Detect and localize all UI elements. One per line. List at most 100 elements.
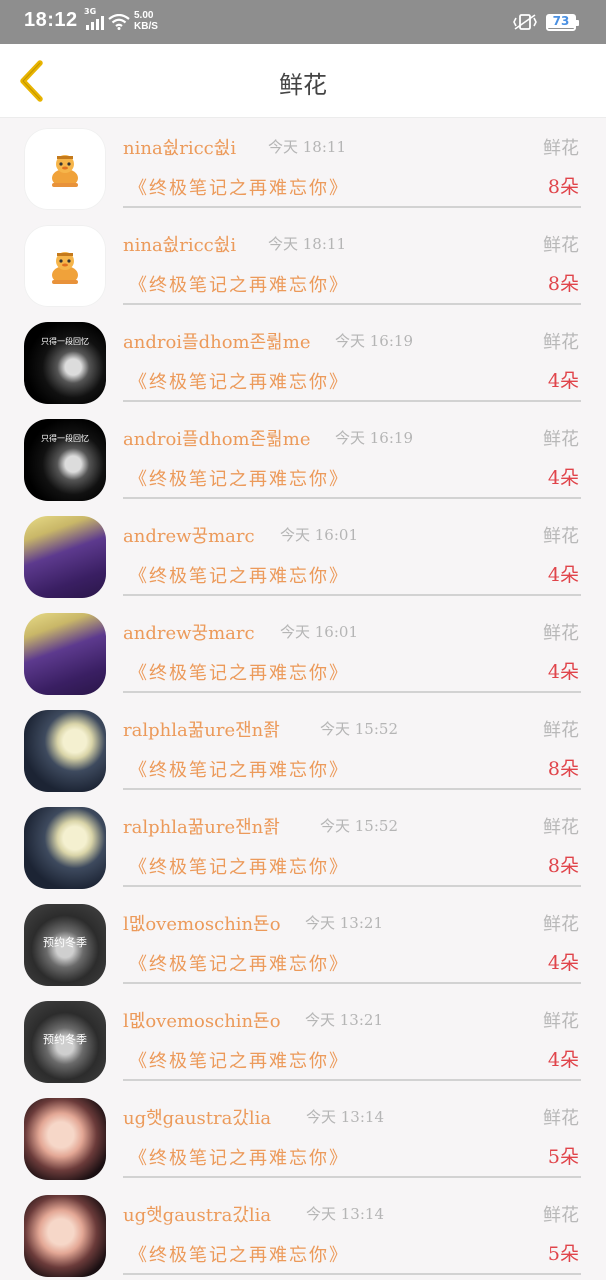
avatar[interactable] bbox=[24, 613, 106, 695]
gift-quantity: 4朵 bbox=[547, 467, 579, 489]
item-content: nina쉆ricc쉆i 今天 18:11 鲜花《终极笔记之再难忘你》 8朵 bbox=[123, 215, 581, 305]
duck-icon bbox=[52, 155, 78, 187]
speed-unit: KB/S bbox=[134, 21, 158, 32]
wifi-icon bbox=[108, 14, 130, 30]
avatar[interactable]: 只得一段回忆 bbox=[24, 322, 106, 404]
gift-quantity: 8朵 bbox=[547, 758, 579, 780]
book-title: 《终极笔记之再难忘你》 bbox=[129, 178, 349, 199]
gift-quantity: 8朵 bbox=[547, 176, 579, 198]
book-title: 《终极笔记之再难忘你》 bbox=[129, 566, 349, 587]
avatar[interactable]: 预约冬季 bbox=[24, 1001, 106, 1083]
sender-name: l멦ovemoschin됸o bbox=[123, 1011, 281, 1032]
avatar[interactable] bbox=[24, 225, 106, 307]
avatar-caption: 预约冬季 bbox=[43, 936, 87, 949]
gift-type: 鲜花 bbox=[543, 138, 579, 159]
book-title: 《终极笔记之再难忘你》 bbox=[129, 954, 349, 975]
gift-type: 鲜花 bbox=[543, 526, 579, 547]
network-speed: 5.00 KB/S bbox=[134, 10, 158, 32]
book-title: 《终极笔记之再难忘你》 bbox=[129, 275, 349, 296]
list-item[interactable]: ug햇gaustra갔lia 今天 13:14 鲜花 《终极笔记之再难忘你》 5朵 bbox=[0, 1088, 606, 1185]
list-item[interactable]: nina쉆ricc쉆i 今天 18:11 鲜花《终极笔记之再难忘你》 8朵 bbox=[0, 118, 606, 215]
item-content: ralphla꿂ure잰n좕 今天 15:52 鲜花《终极笔记之再难忘你》 8朵 bbox=[123, 700, 581, 790]
send-time: 今天 13:21 bbox=[305, 914, 383, 932]
item-content: nina쉆ricc쉆i 今天 18:11 鲜花《终极笔记之再难忘你》 8朵 bbox=[123, 118, 581, 208]
send-time: 今天 13:14 bbox=[306, 1205, 384, 1223]
send-time: 今天 18:11 bbox=[268, 138, 346, 156]
item-content: andrew꿍marc 今天 16:01 鲜花《终极笔记之再难忘你》 4朵 bbox=[123, 603, 581, 693]
list-item[interactable]: nina쉆ricc쉆i 今天 18:11 鲜花《终极笔记之再难忘你》 8朵 bbox=[0, 215, 606, 312]
send-time: 今天 18:11 bbox=[268, 235, 346, 253]
sender-name: andrew꿍marc bbox=[123, 623, 255, 644]
avatar-caption: 只得一段回忆 bbox=[41, 434, 89, 443]
list-item[interactable]: 只得一段回忆 androi플dhom존뤎me 今天 16:19 鲜花 《终极笔记之再难忘… bbox=[0, 312, 606, 409]
send-time: 今天 15:52 bbox=[320, 817, 398, 835]
send-time: 今天 13:14 bbox=[306, 1108, 384, 1126]
sender-name: ug햇gaustra갔lia bbox=[123, 1205, 272, 1226]
list-item[interactable]: andrew꿍marc 今天 16:01 鲜花 《终极笔记之再难忘你》 4朵 bbox=[0, 506, 606, 603]
gift-type: 鲜花 bbox=[543, 914, 579, 935]
vibrate-icon bbox=[513, 14, 537, 30]
sender-name: androi플dhom존뤎me bbox=[123, 332, 311, 353]
book-title: 《终极笔记之再难忘你》 bbox=[129, 469, 349, 490]
battery-icon: 73 bbox=[546, 14, 579, 31]
gift-quantity: 4朵 bbox=[547, 370, 579, 392]
send-time: 今天 13:21 bbox=[305, 1011, 383, 1029]
send-time: 今天 16:01 bbox=[280, 623, 358, 641]
list-item[interactable]: ralphla꿂ure잰n좕 今天 15:52 鲜花《终极笔记之再难忘你》 8朵 bbox=[0, 797, 606, 894]
signal-icon bbox=[86, 14, 106, 30]
avatar[interactable]: 只得一段回忆 bbox=[24, 419, 106, 501]
sender-name: ralphla꿂ure잰n좕 bbox=[123, 720, 280, 741]
list-item[interactable]: ug햇gaustra갔lia 今天 13:14 鲜花 《终极笔记之再难忘你》 5朵 bbox=[0, 1185, 606, 1280]
avatar[interactable]: 预约冬季 bbox=[24, 904, 106, 986]
gift-type: 鲜花 bbox=[543, 1205, 579, 1226]
gift-type: 鲜花 bbox=[543, 429, 579, 450]
book-title: 《终极笔记之再难忘你》 bbox=[129, 857, 349, 878]
book-title: 《终极笔记之再难忘你》 bbox=[129, 1245, 349, 1266]
sender-name: ralphla꿂ure잰n좕 bbox=[123, 817, 280, 838]
gift-type: 鲜花 bbox=[543, 817, 579, 838]
avatar[interactable] bbox=[24, 128, 106, 210]
send-time: 今天 16:19 bbox=[335, 332, 413, 350]
item-content: ug햇gaustra갔lia 今天 13:14 鲜花 《终极笔记之再难忘你》 5朵 bbox=[123, 1088, 581, 1178]
avatar[interactable] bbox=[24, 710, 106, 792]
book-title: 《终极笔记之再难忘你》 bbox=[129, 372, 349, 393]
item-content: androi플dhom존뤎me 今天 16:19 鲜花《终极笔记之再难忘你》 4朵 bbox=[123, 409, 581, 499]
list-item[interactable]: andrew꿍marc 今天 16:01 鲜花《终极笔记之再难忘你》 4朵 bbox=[0, 603, 606, 700]
gift-type: 鲜花 bbox=[543, 1011, 579, 1032]
book-title: 《终极笔记之再难忘你》 bbox=[129, 760, 349, 781]
send-time: 今天 16:19 bbox=[335, 429, 413, 447]
gift-quantity: 8朵 bbox=[547, 273, 579, 295]
list-item[interactable]: 预约冬季 l멦ovemoschin됸o 今天 13:21 鲜花《终极笔记之再难忘你》 4… bbox=[0, 991, 606, 1088]
send-time: 今天 15:52 bbox=[320, 720, 398, 738]
gift-type: 鲜花 bbox=[543, 623, 579, 644]
gift-quantity: 8朵 bbox=[547, 855, 579, 877]
book-title: 《终极笔记之再难忘你》 bbox=[129, 663, 349, 684]
book-title: 《终极笔记之再难忘你》 bbox=[129, 1051, 349, 1072]
list-item[interactable]: ralphla꿂ure잰n좕 今天 15:52 鲜花《终极笔记之再难忘你》 8朵 bbox=[0, 700, 606, 797]
avatar[interactable] bbox=[24, 516, 106, 598]
item-content: androi플dhom존뤎me 今天 16:19 鲜花 《终极笔记之再难忘你》 4朵 bbox=[123, 312, 581, 402]
gift-list: nina쉆ricc쉆i 今天 18:11 鲜花 《终极笔记之再难忘你》 8朵 nina쉆r… bbox=[0, 118, 606, 1280]
item-content: ug햇gaustra갔lia 今天 13:14 鲜花 《终极笔记之再难忘你》 5朵 bbox=[123, 1185, 581, 1275]
item-content: andrew꿍marc 今天 16:01 鲜花 《终极笔记之再难忘你》 4朵 bbox=[123, 506, 581, 596]
sender-name: nina쉆ricc쉆i bbox=[123, 138, 237, 159]
duck-icon bbox=[52, 252, 78, 284]
sender-name: andrew꿍marc bbox=[123, 526, 255, 547]
avatar[interactable] bbox=[24, 1098, 106, 1180]
gift-quantity: 4朵 bbox=[547, 661, 579, 683]
list-item[interactable]: 只得一段回忆 androi플dhom존뤎me 今天 16:19 鲜花《终极笔记之再难忘… bbox=[0, 409, 606, 506]
gift-quantity: 4朵 bbox=[547, 564, 579, 586]
gift-type: 鲜花 bbox=[543, 1108, 579, 1129]
sender-name: androi플dhom존뤎me bbox=[123, 429, 311, 450]
avatar[interactable] bbox=[24, 1195, 106, 1277]
list-item[interactable]: 预约冬季 l멦ovemoschin됸o 今天 13:21 鲜花 《终极笔记之再难忘你》 4… bbox=[0, 894, 606, 991]
sender-name: nina쉆ricc쉆i bbox=[123, 235, 237, 256]
speed-value: 5.00 bbox=[134, 10, 154, 21]
status-time: 18:12 bbox=[24, 9, 78, 31]
gift-type: 鲜花 bbox=[543, 235, 579, 256]
avatar-caption: 预约冬季 bbox=[43, 1033, 87, 1046]
gift-type: 鲜花 bbox=[543, 720, 579, 741]
gift-quantity: 4朵 bbox=[547, 1049, 579, 1071]
gift-quantity: 4朵 bbox=[547, 952, 579, 974]
avatar[interactable] bbox=[24, 807, 106, 889]
